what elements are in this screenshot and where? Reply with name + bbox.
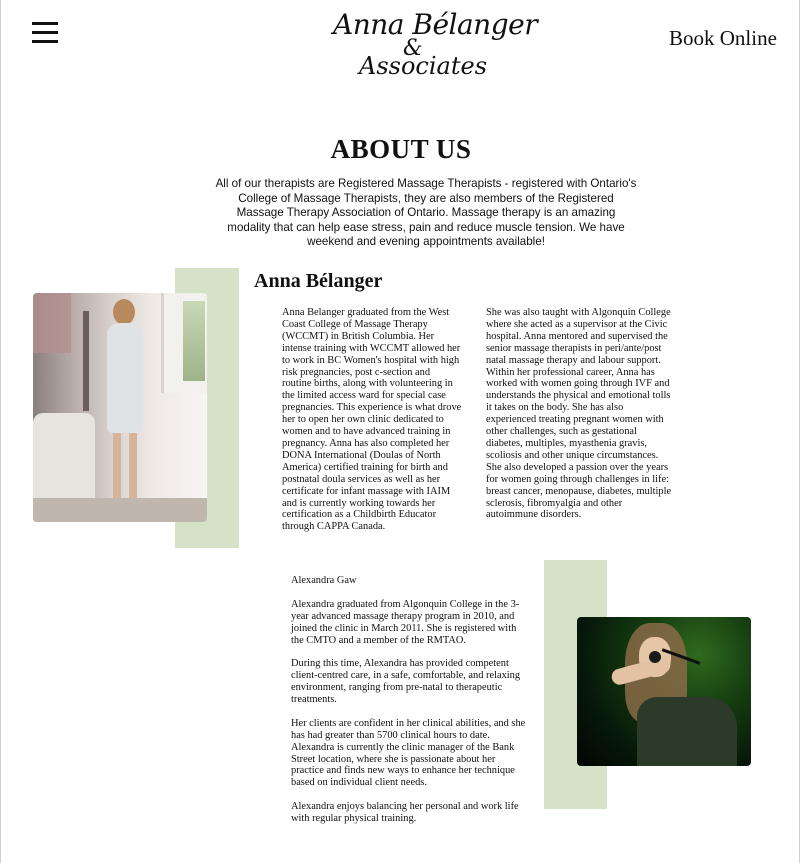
page-title: ABOUT US [330, 134, 472, 164]
book-online-link[interactable]: Book Online [669, 26, 777, 51]
therapist-name-anna: Anna Bélanger [254, 270, 383, 292]
bio-paragraph: During this time, Alexandra has provided… [291, 658, 521, 706]
therapist-bio-column-1: Anna Belanger graduated from the West Co… [282, 307, 462, 533]
bio-paragraph: Alexandra enjoys balancing her personal … [291, 801, 519, 825]
hamburger-menu-icon[interactable] [32, 22, 58, 44]
bio-paragraph: Her clients are confident in her clinica… [291, 717, 526, 789]
page-frame: Anna Bélanger & Associates Book Online A… [0, 0, 800, 863]
site-logo[interactable]: Anna Bélanger & Associates [323, 6, 538, 80]
therapist-photo-anna [33, 293, 207, 522]
therapist-photo-alexandra [577, 617, 751, 766]
logo-line-associates: Associates [359, 52, 488, 80]
therapist-bio-column-2: She was also taught with Algonquin Colle… [486, 307, 672, 521]
about-intro: All of our therapists are Registered Mas… [215, 177, 637, 249]
therapist-bio-alexandra: Alexandra Gaw Alexandra graduated from A… [291, 575, 526, 837]
therapist-name-alexandra: Alexandra Gaw [291, 575, 357, 586]
bio-paragraph: Alexandra graduated from Algonquin Colle… [291, 598, 520, 646]
logo-line-name: Anna Bélanger [333, 8, 538, 41]
